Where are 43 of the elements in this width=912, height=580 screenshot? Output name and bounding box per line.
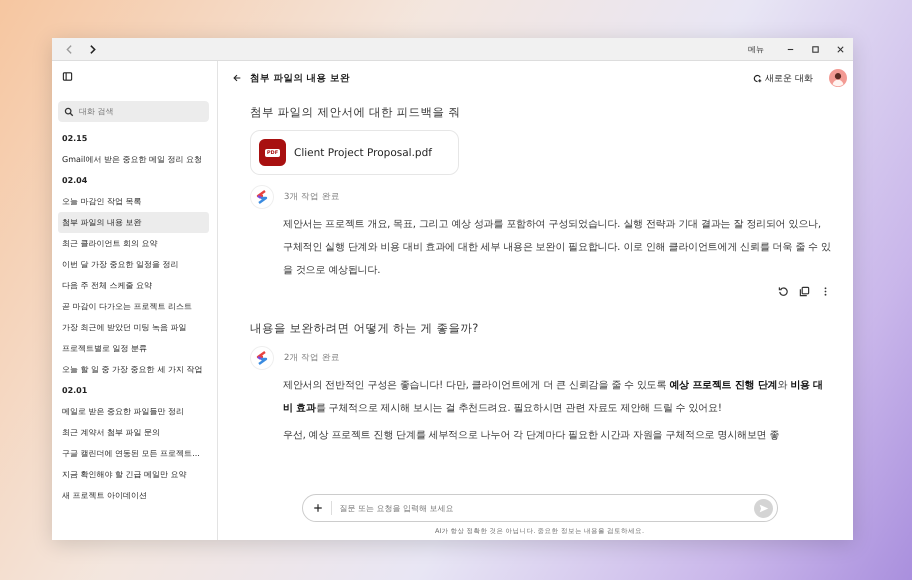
- conversation-item[interactable]: 오늘 마감인 작업 목록: [58, 191, 209, 212]
- conversation-item[interactable]: 메일로 받은 중요한 파일들만 정리: [58, 401, 209, 422]
- copy-icon[interactable]: [799, 286, 810, 297]
- conversation-item[interactable]: 곧 마감이 다가오는 프로젝트 리스트: [58, 296, 209, 317]
- menu-label[interactable]: 메뉴: [748, 44, 764, 54]
- assistant-logo-icon: [250, 346, 274, 370]
- date-heading: 02.15: [61, 133, 88, 145]
- sidebar-toggle-icon[interactable]: [62, 71, 73, 82]
- task-status: 2개 작업 완료: [284, 352, 340, 364]
- user-message: 첨부 파일의 제안서에 대한 피드백을 줘: [250, 105, 460, 120]
- assistant-message: 제안서는 프로젝트 개요, 목표, 그리고 예상 성과를 포함하여 구성되었습니다. 실행 전략과 기대 결과는 잘 정리되어 있으나, 구체적인 실행 단계와 비용 대비 효과에 대한 세부 내용은 보완이 필요합니다. 이로 인해 클라이언트에게 신뢰를 더욱 줄 수 있을 것으로 예상됩니다.: [283, 218, 831, 278]
- plus-icon[interactable]: [312, 503, 322, 513]
- assistant-message: 우선, 예상 프로젝트 진행 단계를 세부적으로 나누어 각 단계마다 필요한 시간과 자원을 구체적으로 명시해보면 좋: [283, 429, 780, 443]
- conversation-item[interactable]: 가장 최근에 받았던 미팅 녹음 파일: [58, 317, 209, 338]
- conversation-item[interactable]: 구글 캘린더에 연동된 모든 프로젝트...: [58, 443, 209, 464]
- conversation-item[interactable]: 첨부 파일의 내용 보완: [58, 212, 209, 233]
- file-name: Client Project Proposal.pdf: [294, 146, 432, 158]
- conversation-item[interactable]: 이번 달 가장 중요한 일정을 정리: [58, 254, 209, 275]
- conversation-item[interactable]: 지금 확인해야 할 긴급 메일만 요약: [58, 464, 209, 485]
- new-chat-button[interactable]: 새로운 대화: [751, 70, 815, 86]
- chat-plus-icon: [753, 74, 762, 82]
- maximize-icon[interactable]: [811, 44, 820, 54]
- conversation-title: 첨부 파일의 내용 보완: [250, 72, 350, 84]
- conversation-item[interactable]: 오늘 할 일 중 가장 중요한 세 가지 작업: [58, 359, 209, 380]
- task-status: 3개 작업 완료: [284, 191, 340, 203]
- conversation-item[interactable]: Gmail에서 받은 중요한 메일 정리 요청: [58, 149, 209, 170]
- back-arrow-icon[interactable]: [232, 73, 242, 83]
- regenerate-icon[interactable]: [778, 286, 789, 297]
- conversation-item[interactable]: 새 프로젝트 아이데이션: [58, 485, 209, 506]
- conversation-item[interactable]: 프로젝트별로 일정 분류: [58, 338, 209, 359]
- conversation-item[interactable]: 최근 계약서 첨부 파일 문의: [58, 422, 209, 443]
- message-composer[interactable]: 질문 또는 요청을 입력해 보세요: [302, 494, 778, 522]
- search-field[interactable]: 대화 검색: [58, 101, 209, 122]
- close-icon[interactable]: [836, 44, 845, 54]
- assistant-logo-icon: [250, 185, 274, 209]
- date-heading: 02.04: [61, 175, 88, 187]
- avatar-icon[interactable]: [829, 69, 847, 87]
- search-icon: [64, 107, 74, 117]
- conversation-item[interactable]: 다음 주 전체 스케줄 요약: [58, 275, 209, 296]
- date-heading: 02.01: [61, 385, 88, 397]
- user-message: 내용을 보완하려면 어떻게 하는 게 좋을까?: [250, 321, 478, 336]
- conversation-item[interactable]: 최근 클라이언트 회의 요약: [58, 233, 209, 254]
- assistant-message: 제안서의 전반적인 구성은 좋습니다! 다만, 클라이언트에게 더 큰 신뢰감을 줄 수 있도록 예상 프로젝트 진행 단계와 비용 대비 효과를 구체적으로 제시해 보시는 걸 추천드려요. 필요하시면 관련 자료도 제안해 드릴 수 있어요!: [283, 379, 824, 416]
